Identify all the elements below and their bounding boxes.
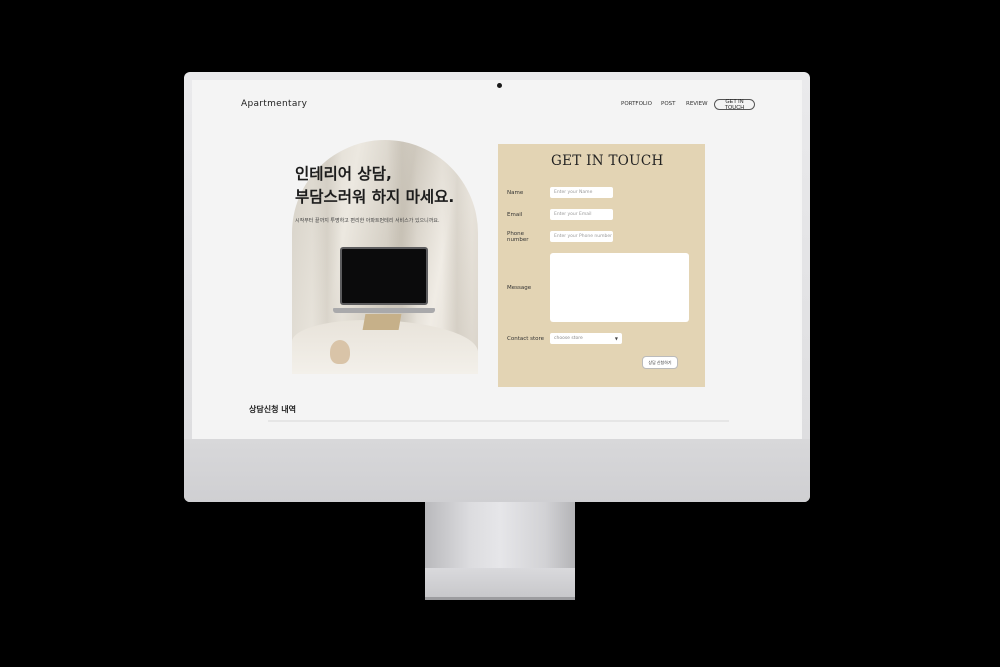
phone-label-line-2: number xyxy=(507,237,529,243)
nav-post[interactable]: POST xyxy=(661,101,676,107)
nav-portfolio[interactable]: PORTFOLIO xyxy=(621,101,652,107)
hero-title-line-2: 부담스러워 하지 마세요. xyxy=(295,188,455,206)
vase xyxy=(330,340,350,364)
screen xyxy=(192,80,802,439)
store-select[interactable]: choose store ▼ xyxy=(550,333,622,344)
store-label: Contact store xyxy=(507,336,545,342)
name-input[interactable]: Enter your Name xyxy=(550,187,613,198)
email-input[interactable]: Enter your Email xyxy=(550,209,613,220)
hero-title: 인테리어 상담, 부담스러워 하지 마세요. xyxy=(295,163,454,209)
brand-logo[interactable]: Apartmentary xyxy=(241,99,307,109)
email-label: Email xyxy=(507,212,523,218)
laptop-screen xyxy=(340,247,428,305)
chevron-down-icon: ▼ xyxy=(614,336,618,341)
monitor-stand-foot xyxy=(425,568,575,600)
hero-title-line-1: 인테리어 상담, xyxy=(295,165,392,183)
monitor-chin xyxy=(184,439,810,502)
nav-review[interactable]: REVIEW xyxy=(686,101,708,107)
message-label: Message xyxy=(507,285,532,291)
history-divider xyxy=(268,420,729,422)
laptop-stand xyxy=(362,314,402,330)
hero-subtitle: 시작부터 끝까지 투명하고 편리한 아파트먼테리 서비스가 있으니까요. xyxy=(295,218,440,224)
monitor-stand-neck xyxy=(425,502,575,568)
name-label: Name xyxy=(507,190,524,196)
message-textarea[interactable] xyxy=(550,253,689,322)
form-title: GET IN TOUCH xyxy=(551,153,664,169)
phone-input[interactable]: Enter your Phone number xyxy=(550,231,613,242)
camera-dot xyxy=(497,83,502,88)
nav-get-in-touch-button[interactable]: GET IN TOUCH xyxy=(714,99,755,111)
submit-button[interactable]: 상담 신청하기 xyxy=(642,356,678,369)
phone-label: Phone number xyxy=(507,231,528,243)
history-title: 상담신청 내역 xyxy=(249,405,296,414)
store-select-value: choose store xyxy=(554,336,583,341)
laptop-base xyxy=(333,308,435,313)
